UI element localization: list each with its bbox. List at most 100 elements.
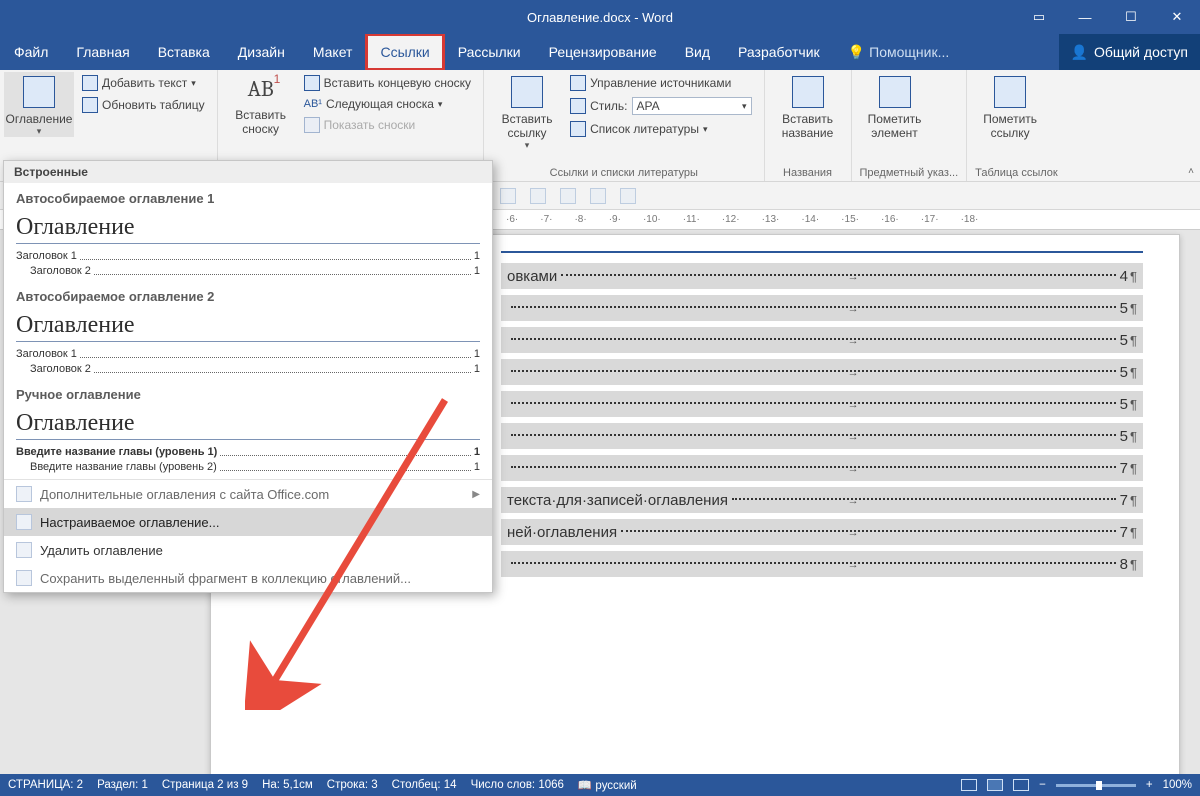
qat-icon-4[interactable] [590,188,606,204]
read-mode-icon[interactable] [961,779,977,791]
title-bar: Оглавление.docx - Word ▭ — ☐ ✕ [0,0,1200,34]
menu-layout[interactable]: Макет [299,34,367,70]
footnote-icon: AB1 [226,76,296,102]
preview-heading: Оглавление [16,212,480,244]
gallery-item-manual-title[interactable]: Ручное оглавление [4,379,492,408]
status-position[interactable]: На: 5,1см [262,779,313,791]
print-layout-icon[interactable] [987,779,1003,791]
menu-insert[interactable]: Вставка [144,34,224,70]
ribbon-display-options-icon[interactable]: ▭ [1016,0,1062,34]
status-language[interactable]: 📖 русский [578,778,637,792]
menu-home[interactable]: Главная [62,34,143,70]
next-footnote-button[interactable]: AB¹Следующая сноска▾ [300,94,475,114]
status-column[interactable]: Столбец: 14 [392,779,457,791]
zoom-level[interactable]: 100% [1163,779,1192,791]
toc-entry-row[interactable]: →5¶ [501,327,1143,353]
update-icon [82,97,98,113]
mark-entry-button[interactable]: Пометить элемент [860,72,930,140]
window-controls: ▭ — ☐ ✕ [1016,0,1200,34]
toc-entry-row[interactable]: овками→4¶ [501,263,1143,289]
toc-entry-row[interactable]: ней·оглавления→7¶ [501,519,1143,545]
custom-toc-icon [16,514,32,530]
menu-view[interactable]: Вид [671,34,724,70]
menu-file[interactable]: Файл [0,34,62,70]
bibliography-icon [570,121,586,137]
group-label-captions: Названия [773,167,843,181]
person-icon: 👤 [1071,44,1088,61]
manage-sources-button[interactable]: Управление источниками [566,72,755,94]
lightbulb-icon: 💡 [848,44,865,61]
menu-mailings[interactable]: Рассылки [444,34,535,70]
share-button[interactable]: 👤Общий доступ [1059,34,1200,70]
toc-entry-row[interactable]: →5¶ [501,359,1143,385]
next-footnote-icon: AB¹ [304,98,322,110]
style-icon [570,98,586,114]
gallery-item-auto2-title[interactable]: Автособираемое оглавление 2 [4,281,492,310]
zoom-slider[interactable] [1056,784,1136,787]
mark-citation-button[interactable]: Пометить ссылку [975,72,1045,140]
status-line[interactable]: Строка: 3 [327,779,378,791]
zoom-in-button[interactable]: + [1146,779,1153,791]
qat-icon-2[interactable] [530,188,546,204]
status-page-count[interactable]: Страница 2 из 9 [162,779,248,791]
gallery-header: Встроенные [4,161,492,183]
status-word-count[interactable]: Число слов: 1066 [471,779,564,791]
more-toc-office-button[interactable]: Дополнительные оглавления с сайта Office… [4,480,492,508]
close-button[interactable]: ✕ [1154,0,1200,34]
show-notes-button[interactable]: Показать сноски [300,114,475,136]
custom-toc-button[interactable]: Настраиваемое оглавление... [4,508,492,536]
toc-title-rule [501,251,1143,253]
toc-icon [23,76,55,108]
toc-entry-row[interactable]: текста·для·записей·оглавления→7¶ [501,487,1143,513]
qat-icon-1[interactable] [500,188,516,204]
maximize-button[interactable]: ☐ [1108,0,1154,34]
toc-entry-row[interactable]: →7¶ [501,455,1143,481]
qat-icon-3[interactable] [560,188,576,204]
gallery-item-auto1-preview[interactable]: Оглавление Заголовок 11 Заголовок 21 [16,212,480,277]
toc-entry-row[interactable]: →8¶ [501,551,1143,577]
toc-entry-row[interactable]: →5¶ [501,391,1143,417]
toc-entry-row[interactable]: →5¶ [501,423,1143,449]
caption-icon [792,76,824,108]
remove-toc-icon [16,542,32,558]
gallery-item-auto2-preview[interactable]: Оглавление Заголовок 11 Заголовок 21 [16,310,480,375]
mark-citation-icon [994,76,1026,108]
menu-references[interactable]: Ссылки [366,34,443,70]
collapse-ribbon-icon[interactable]: ˄ [1188,166,1194,177]
table-of-contents-button[interactable]: Оглавление ▾ [4,72,74,137]
tell-me-search[interactable]: 💡Помощник... [848,34,950,70]
add-text-button[interactable]: Добавить текст▾ [78,72,209,94]
group-label-toa: Таблица ссылок [975,167,1058,181]
zoom-out-button[interactable]: − [1039,779,1046,791]
qat-icon-5[interactable] [620,188,636,204]
update-table-button[interactable]: Обновить таблицу [78,94,209,116]
menu-design[interactable]: Дизайн [224,34,299,70]
document-title: Оглавление.docx - Word [527,10,673,25]
remove-toc-button[interactable]: Удалить оглавление [4,536,492,564]
bibliography-button[interactable]: Список литературы▾ [566,118,755,140]
insert-footnote-button[interactable]: AB1 Вставить сноску [226,72,296,136]
status-page[interactable]: СТРАНИЦА: 2 [8,779,83,791]
chevron-right-icon: ▶ [472,489,480,500]
insert-endnote-button[interactable]: Вставить концевую сноску [300,72,475,94]
group-label-citations: Ссылки и списки литературы [492,167,755,181]
preview-heading: Оглавление [16,408,480,440]
show-notes-icon [304,117,320,133]
insert-caption-button[interactable]: Вставить название [773,72,843,140]
web-layout-icon[interactable] [1013,779,1029,791]
status-bar: СТРАНИЦА: 2 Раздел: 1 Страница 2 из 9 На… [0,774,1200,796]
citation-style-select[interactable]: APA▾ [632,97,752,115]
toc-entry-row[interactable]: →5¶ [501,295,1143,321]
menu-bar: Файл Главная Вставка Дизайн Макет Ссылки… [0,34,1200,70]
status-section[interactable]: Раздел: 1 [97,779,148,791]
office-icon [16,486,32,502]
gallery-item-manual-preview[interactable]: Оглавление Введите название главы (урове… [16,408,480,473]
save-selection-toc-button[interactable]: Сохранить выделенный фрагмент в коллекци… [4,564,492,592]
menu-review[interactable]: Рецензирование [535,34,671,70]
minimize-button[interactable]: — [1062,0,1108,34]
menu-developer[interactable]: Разработчик [724,34,834,70]
insert-citation-button[interactable]: Вставить ссылку ▾ [492,72,562,151]
mark-entry-icon [879,76,911,108]
save-gallery-icon [16,570,32,586]
gallery-item-auto1-title[interactable]: Автособираемое оглавление 1 [4,183,492,212]
